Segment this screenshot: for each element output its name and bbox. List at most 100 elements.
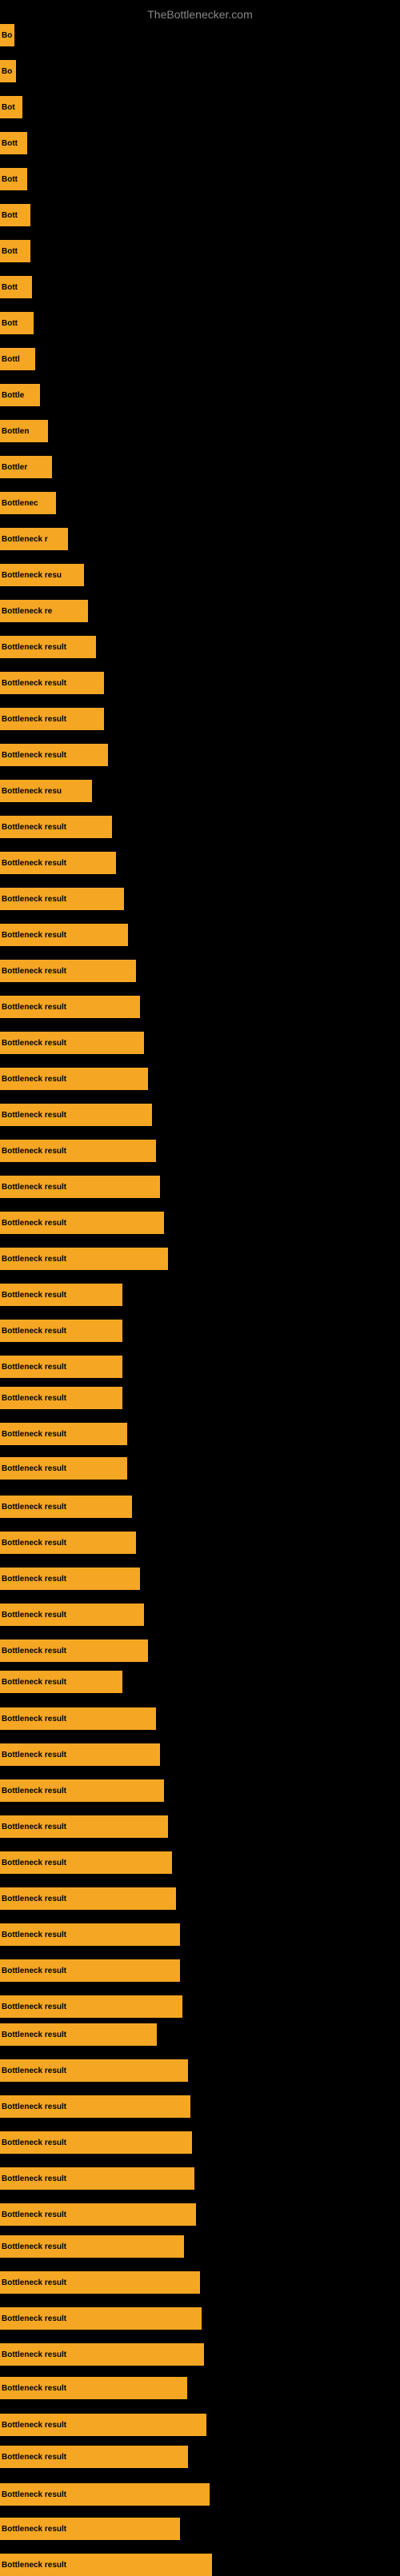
bar-label: Bottleneck result (2, 895, 66, 904)
bar: Bottleneck result (0, 960, 136, 982)
bar-label: Bott (2, 319, 18, 328)
bar-item: Bottleneck result (0, 1248, 168, 1270)
bar-item: Bottleneck result (0, 2203, 196, 2226)
bar-item: Bottleneck result (0, 2483, 210, 2506)
bar-label: Bottleneck result (2, 715, 66, 724)
bar-label: Bottleneck result (2, 1678, 66, 1687)
bar-item: Bottleneck result (0, 1176, 160, 1198)
bar: Bottleneck result (0, 1387, 122, 1409)
bar-label: Bottleneck result (2, 1787, 66, 1795)
bar: Bottleneck result (0, 1212, 164, 1234)
bar: Bottleneck result (0, 852, 116, 874)
bar-label: Bottleneck result (2, 931, 66, 940)
bar-label: Bottleneck resu (2, 571, 62, 580)
bar-item: Bottleneck result (0, 2095, 190, 2118)
bar: Bot (0, 96, 22, 118)
bar: Bott (0, 132, 27, 154)
bar-label: Bottleneck result (2, 1183, 66, 1192)
bar-label: Bottleneck result (2, 2243, 66, 2251)
bar-label: Bottleneck result (2, 1647, 66, 1655)
bar-label: Bo (2, 31, 12, 40)
bar-label: Bottleneck result (2, 1751, 66, 1759)
bar-label: Bottleneck result (2, 1394, 66, 1403)
bar-item: Bottleneck resu (0, 564, 84, 586)
bar: Bottleneck result (0, 744, 108, 766)
bar: Bottleneck result (0, 1743, 160, 1766)
bar-label: Bottleneck result (2, 2525, 66, 2534)
bar-label: Bottleneck result (2, 1075, 66, 1084)
bar-item: Bott (0, 312, 34, 334)
bar-item: Bottleneck result (0, 1068, 148, 1090)
bar-label: Bot (2, 103, 15, 112)
bar-item: Bottleneck result (0, 1743, 160, 1766)
bar-item: Bott (0, 204, 30, 226)
bar-item: Bottleneck result (0, 2343, 204, 2366)
bar: Bottleneck result (0, 2023, 157, 2046)
bar: Bottleneck resu (0, 564, 84, 586)
bar: Bottlen (0, 420, 48, 442)
bar: Bottleneck result (0, 1851, 172, 1874)
bar-label: Bottleneck result (2, 967, 66, 976)
bar-item: Bottleneck result (0, 1887, 176, 1910)
bar: Bottleneck result (0, 2483, 210, 2506)
bar-item: Bottleneck result (0, 1671, 122, 1693)
bar-item: Bottleneck re (0, 600, 88, 622)
bar-label: Bottleneck result (2, 1539, 66, 1548)
bar: Bottleneck result (0, 1140, 156, 1162)
bar-label: Bottleneck result (2, 1363, 66, 1372)
bar-item: Bottleneck result (0, 2377, 187, 2399)
bar-label: Bottleneck result (2, 1715, 66, 1723)
bar: Bottleneck result (0, 1568, 140, 1590)
bar-label: Bottleneck result (2, 643, 66, 652)
bar: Bottleneck result (0, 708, 104, 730)
bar-item: Bottleneck result (0, 1356, 122, 1378)
bar-item: Bottleneck result (0, 1496, 132, 1518)
bar-label: Bottleneck result (2, 2139, 66, 2147)
bar-label: Bottleneck result (2, 679, 66, 688)
bar: Bottleneck result (0, 1604, 144, 1626)
bar-item: Bottleneck result (0, 1707, 156, 1730)
bar: Bottleneck result (0, 636, 96, 658)
bar-label: Bottleneck result (2, 751, 66, 760)
bar-label: Bottleneck result (2, 823, 66, 832)
bar: Bottleneck result (0, 1959, 180, 1982)
bar: Bottleneck result (0, 1707, 156, 1730)
bar-item: Bottleneck result (0, 1423, 127, 1445)
bar-label: Bottleneck result (2, 2067, 66, 2075)
bar: Bottleneck result (0, 2059, 188, 2082)
bar: Bottleneck result (0, 2271, 200, 2294)
bar: Bottleneck re (0, 600, 88, 622)
bar: Bottleneck result (0, 1104, 152, 1126)
bar-item: Bottleneck result (0, 1032, 144, 1054)
bar-item: Bottleneck result (0, 672, 104, 694)
bar: Bo (0, 24, 14, 46)
bar-label: Bottleneck result (2, 2031, 66, 2039)
bar: Bottleneck result (0, 996, 140, 1018)
bar-item: Bottlen (0, 420, 48, 442)
bar-item: Bottleneck result (0, 1320, 122, 1342)
bar-label: Bottleneck result (2, 1147, 66, 1156)
bar: Bottleneck result (0, 2131, 192, 2154)
bar-item: Bottleneck result (0, 2235, 184, 2258)
bar-item: Bottleneck r (0, 528, 68, 550)
bar-label: Bottleneck result (2, 1823, 66, 1831)
bar: Bottleneck result (0, 888, 124, 910)
bar-label: Bottleneck result (2, 1859, 66, 1867)
bar: Bottleneck result (0, 816, 112, 838)
bar-item: Bottleneck resu (0, 780, 92, 802)
bar: Bott (0, 240, 30, 262)
bar-label: Bottleneck result (2, 1967, 66, 1975)
bar-label: Bo (2, 67, 12, 76)
bar-item: Bott (0, 276, 32, 298)
bar: Bottleneck result (0, 1068, 148, 1090)
bar-label: Bottleneck result (2, 1464, 66, 1473)
bar-item: Bottleneck result (0, 2271, 200, 2294)
bar-label: Bottlen (2, 427, 29, 436)
bar: Bottleneck result (0, 2518, 180, 2540)
bar: Bottleneck result (0, 1779, 164, 1802)
bar: Bottle (0, 384, 40, 406)
bar: Bottleneck result (0, 1639, 148, 1662)
bar: Bottleneck result (0, 2343, 204, 2366)
bar-label: Bottleneck result (2, 2003, 66, 2011)
bar-item: Bottleneck result (0, 2131, 192, 2154)
